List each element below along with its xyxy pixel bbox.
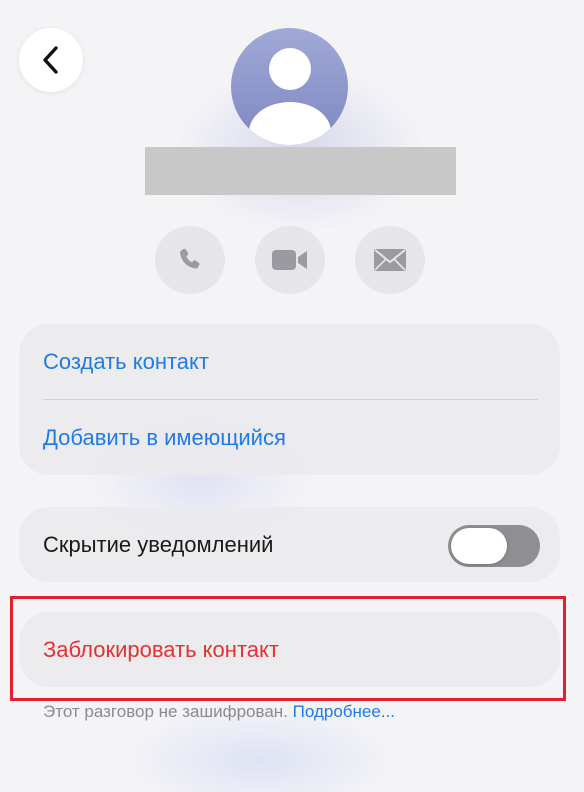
encryption-footnote: Этот разговор не зашифрован. Подробнее..… bbox=[43, 702, 395, 722]
hide-alerts-card: Скрытие уведомлений bbox=[19, 507, 560, 582]
chevron-left-icon bbox=[43, 46, 58, 74]
add-to-existing-button[interactable]: Добавить в имеющийся bbox=[19, 400, 560, 475]
toggle-knob bbox=[451, 528, 507, 564]
back-button[interactable] bbox=[19, 28, 83, 92]
video-call-button[interactable] bbox=[255, 226, 325, 294]
phone-icon bbox=[180, 248, 200, 269]
footnote-text: Этот разговор не зашифрован. bbox=[43, 702, 288, 721]
person-icon-head bbox=[269, 48, 311, 90]
hide-alerts-toggle[interactable] bbox=[448, 525, 540, 567]
learn-more-link[interactable]: Подробнее... bbox=[293, 702, 395, 721]
video-camera-icon bbox=[272, 250, 307, 270]
create-contact-button[interactable]: Создать контакт bbox=[19, 324, 560, 399]
contact-options-card: Создать контакт Добавить в имеющийся bbox=[19, 324, 560, 475]
email-button[interactable] bbox=[355, 226, 425, 294]
call-button[interactable] bbox=[155, 226, 225, 294]
envelope-icon bbox=[374, 249, 406, 271]
highlight-box bbox=[10, 596, 566, 701]
person-icon-body bbox=[249, 102, 331, 145]
avatar bbox=[231, 28, 348, 145]
contact-name-redacted bbox=[145, 147, 456, 195]
